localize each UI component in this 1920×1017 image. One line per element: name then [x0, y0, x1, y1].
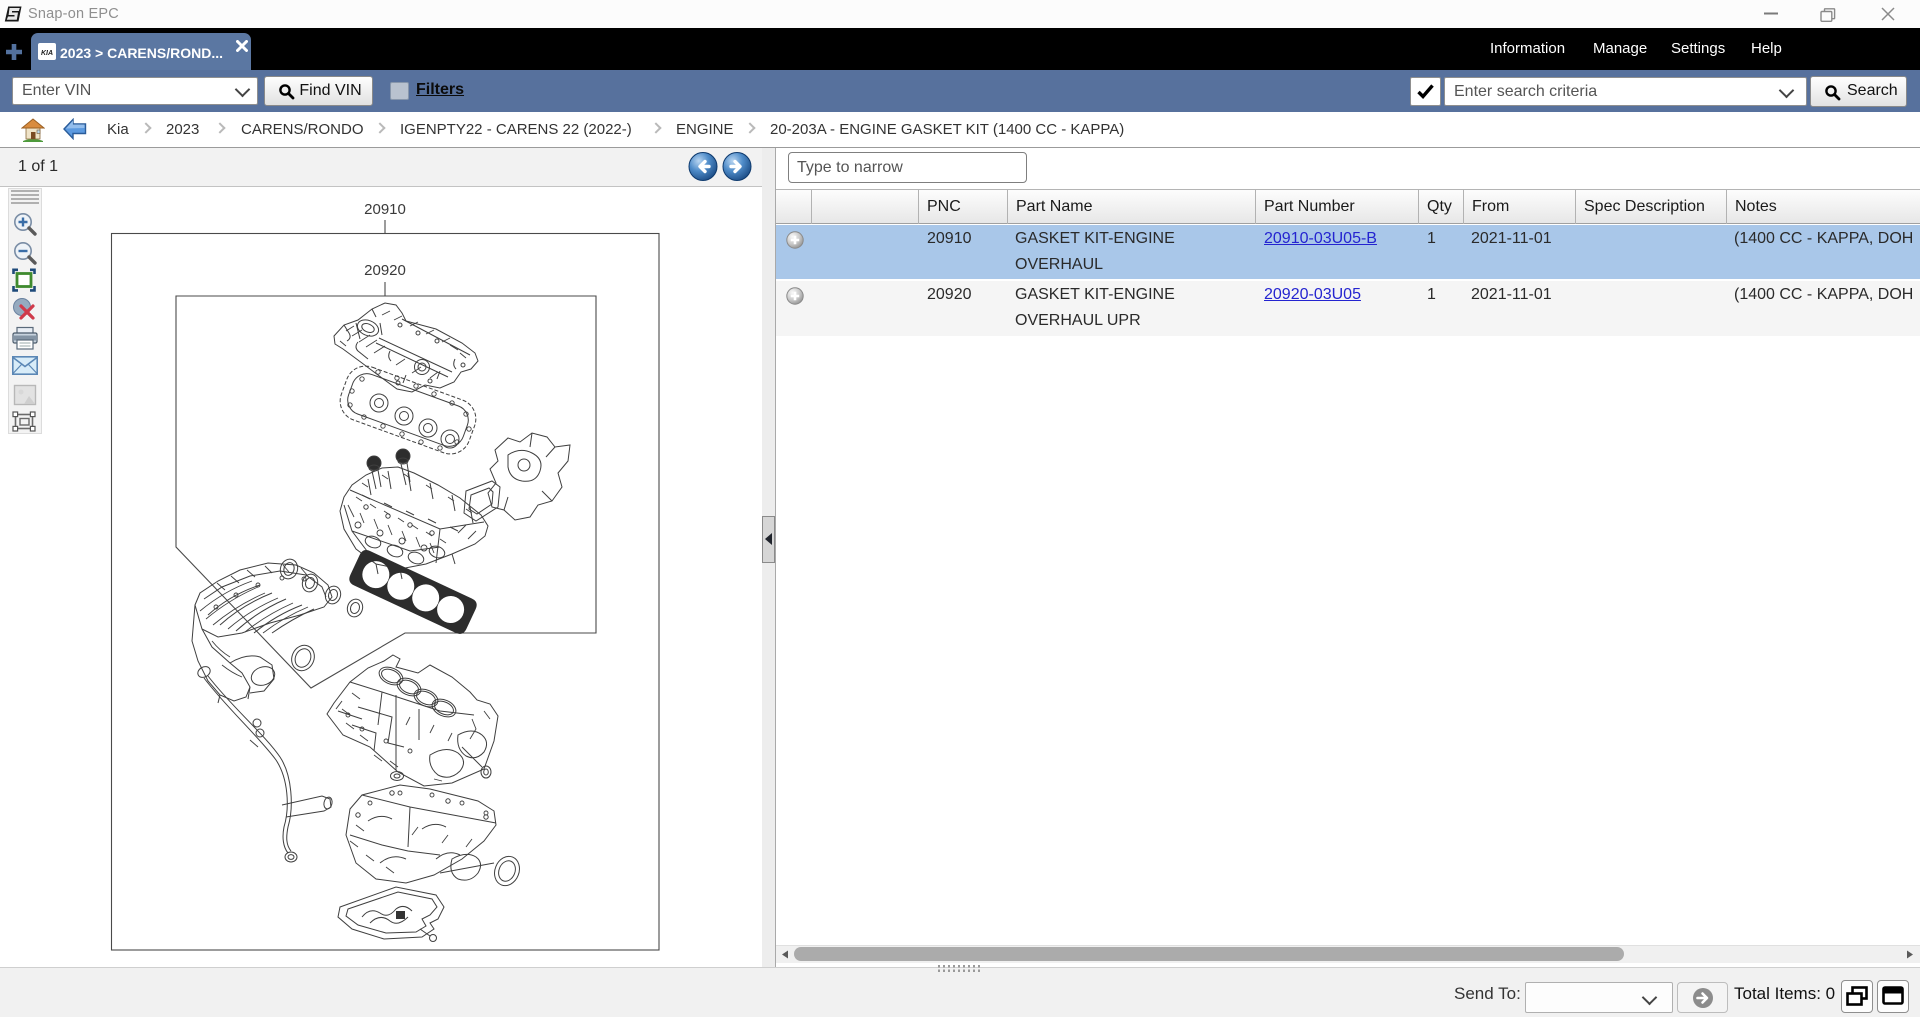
svg-text:20920: 20920 — [364, 262, 406, 279]
svg-text:20910: 20910 — [364, 201, 406, 218]
